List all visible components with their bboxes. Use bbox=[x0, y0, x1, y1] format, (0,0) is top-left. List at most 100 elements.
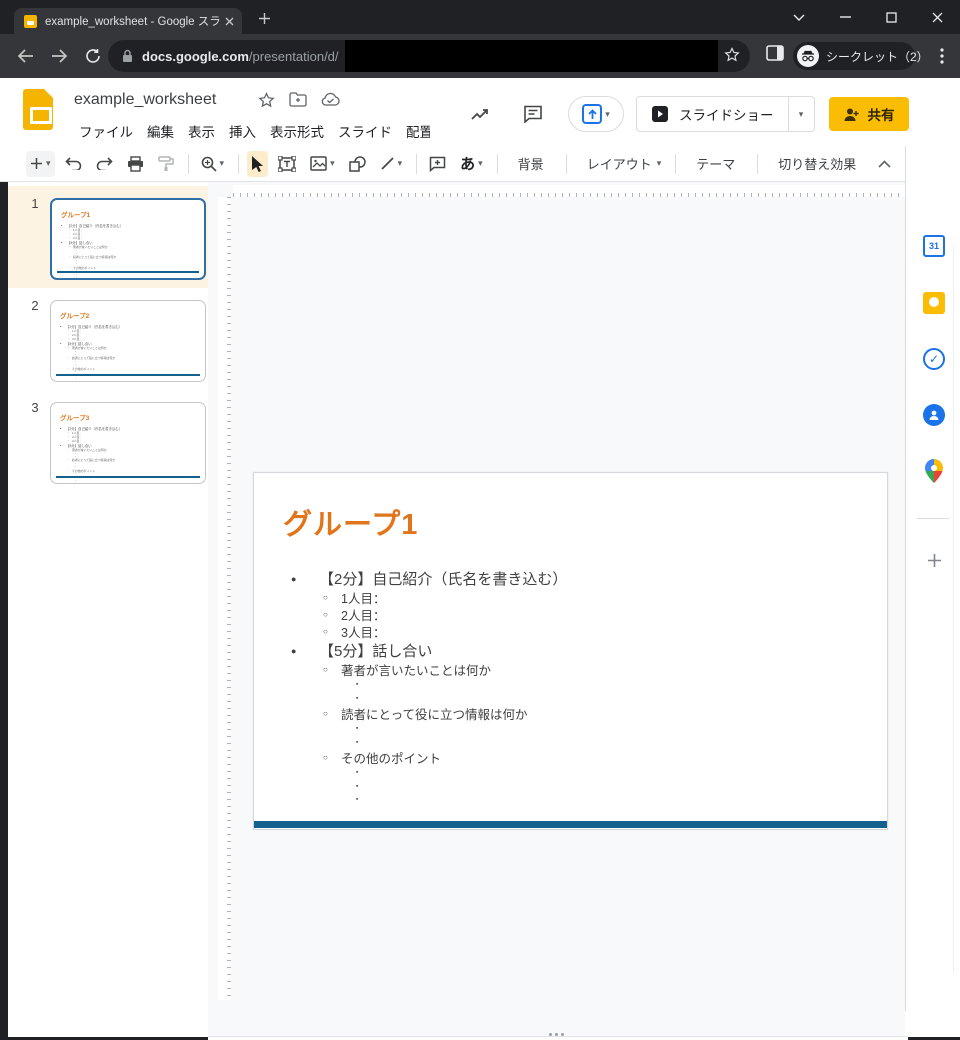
filmstrip-row-3[interactable]: 3 グループ3 ●【2分】自己紹介（氏名を書き込む）○1人目：○2人目：○3人目… bbox=[8, 390, 208, 492]
text-box-button[interactable] bbox=[274, 151, 300, 177]
slide-filmstrip: 1 グループ1 ●【2分】自己紹介（氏名を書き込む）○1人目：○2人目：○3人目… bbox=[8, 182, 208, 1000]
main-area: 1 グループ1 ●【2分】自己紹介（氏名を書き込む）○1人目：○2人目：○3人目… bbox=[0, 182, 960, 1037]
slide-body-text[interactable]: ●【2分】自己紹介（氏名を書き込む）○1人目：○2人目：○3人目：●【5分】話し… bbox=[254, 568, 877, 807]
menu-view[interactable]: 表示 bbox=[181, 118, 222, 142]
browser-tab[interactable]: example_worksheet - Google スラ bbox=[14, 8, 242, 34]
move-to-folder-icon[interactable] bbox=[289, 92, 307, 109]
browser-menu-icon[interactable] bbox=[930, 44, 954, 68]
thumb-2-accent-bar bbox=[56, 374, 200, 377]
select-tool-button[interactable] bbox=[247, 151, 268, 177]
present-dropdown-caret-icon[interactable]: ▾ bbox=[605, 109, 610, 120]
speaker-notes-panel[interactable]: クリックするとスピーカー ノートを追加できます ✦ データ探索 bbox=[208, 1036, 908, 1040]
minimize-button[interactable] bbox=[822, 0, 868, 34]
window-edge bbox=[0, 182, 8, 1040]
new-slide-button[interactable]: ▾ bbox=[26, 151, 55, 177]
calendar-date-text: 31 bbox=[929, 241, 939, 251]
share-button[interactable]: 共有 bbox=[829, 97, 909, 131]
collapse-menus-icon[interactable] bbox=[878, 160, 891, 168]
thumb-2-title: グループ2 bbox=[60, 310, 205, 320]
slides-logo-icon[interactable] bbox=[23, 89, 53, 130]
menu-arrange[interactable]: 配置 bbox=[399, 118, 434, 142]
close-window-button[interactable] bbox=[914, 0, 960, 34]
transition-button[interactable]: 切り替え効果 bbox=[770, 154, 864, 173]
slideshow-button[interactable]: スライドショー ▾ bbox=[636, 96, 815, 132]
new-slide-caret-icon[interactable]: ▾ bbox=[46, 158, 51, 169]
url-omnibox[interactable]: docs.google.com/presentation/d/ bbox=[108, 40, 750, 72]
insert-image-button[interactable]: ▾ bbox=[306, 151, 339, 177]
header-actions: ▾ スライドショー ▾ 共有 bbox=[430, 82, 960, 146]
tasks-app-icon[interactable]: ✓ bbox=[922, 347, 946, 371]
insert-line-button[interactable]: ▾ bbox=[376, 151, 407, 177]
browser-titlebar: example_worksheet - Google スラ bbox=[0, 0, 960, 34]
menu-format[interactable]: 表示形式 bbox=[263, 118, 331, 142]
insert-image-caret-icon[interactable]: ▾ bbox=[330, 158, 335, 169]
slide-title[interactable]: グループ1 bbox=[283, 501, 418, 543]
bookmark-star-icon[interactable] bbox=[724, 47, 740, 63]
slide-3-thumbnail[interactable]: グループ3 ●【2分】自己紹介（氏名を書き込む）○1人目：○2人目：○3人目：●… bbox=[50, 402, 206, 484]
input-tools-button[interactable]: あ ▾ bbox=[456, 151, 487, 177]
print-button[interactable] bbox=[123, 151, 148, 177]
present-button[interactable]: ▾ bbox=[568, 96, 624, 132]
share-person-icon bbox=[843, 107, 860, 122]
menu-insert[interactable]: 挿入 bbox=[222, 118, 263, 142]
slide-canvas[interactable]: グループ1 ●【2分】自己紹介（氏名を書き込む）○1人目：○2人目：○3人目：●… bbox=[208, 182, 905, 1035]
menu-file[interactable]: ファイル bbox=[72, 118, 140, 142]
zoom-button[interactable]: ▾ bbox=[197, 151, 229, 177]
document-title[interactable]: example_worksheet bbox=[74, 91, 216, 109]
input-tools-label: あ bbox=[460, 153, 475, 174]
slide-3-number: 3 bbox=[26, 400, 44, 415]
browser-address-bar: docs.google.com/presentation/d/ シークレット（2… bbox=[0, 34, 960, 78]
side-panel-apps: 31 ✓ bbox=[905, 146, 960, 1011]
insert-line-caret-icon[interactable]: ▾ bbox=[398, 158, 403, 169]
cloud-saved-icon[interactable] bbox=[321, 92, 340, 109]
insert-comment-button[interactable] bbox=[425, 151, 450, 177]
maps-app-icon[interactable] bbox=[922, 459, 946, 483]
background-button[interactable]: 背景 bbox=[510, 154, 552, 173]
forward-button[interactable] bbox=[44, 41, 74, 71]
filmstrip-row-2[interactable]: 2 グループ2 ●【2分】自己紹介（氏名を書き込む）○1人目：○2人目：○3人目… bbox=[8, 288, 208, 390]
contacts-app-icon[interactable] bbox=[922, 403, 946, 427]
slide-2-number: 2 bbox=[26, 298, 44, 313]
insert-shape-button[interactable] bbox=[345, 151, 370, 177]
zoom-caret-icon[interactable]: ▾ bbox=[220, 158, 225, 169]
star-document-icon[interactable] bbox=[258, 92, 275, 109]
tab-search-chevron-icon[interactable] bbox=[776, 0, 822, 34]
slideshow-dropdown-caret-icon[interactable]: ▾ bbox=[788, 97, 814, 131]
theme-button[interactable]: テーマ bbox=[688, 154, 743, 173]
filmstrip-row-1[interactable]: 1 グループ1 ●【2分】自己紹介（氏名を書き込む）○1人目：○2人目：○3人目… bbox=[8, 186, 208, 288]
vertical-ruler bbox=[218, 197, 231, 1000]
comment-history-icon[interactable] bbox=[520, 101, 546, 127]
slide-1-thumbnail[interactable]: グループ1 ●【2分】自己紹介（氏名を書き込む）○1人目：○2人目：○3人目：●… bbox=[50, 198, 206, 280]
incognito-badge[interactable]: シークレット（2） bbox=[793, 42, 915, 70]
reload-button[interactable] bbox=[78, 41, 108, 71]
slide-accent-bar bbox=[254, 821, 887, 828]
slide-2-thumbnail[interactable]: グループ2 ●【2分】自己紹介（氏名を書き込む）○1人目：○2人目：○3人目：●… bbox=[50, 300, 206, 382]
url-redaction-box bbox=[345, 40, 718, 72]
slides-app: example_worksheet ファイル 編集 表示 挿入 表示形式 スライ… bbox=[0, 78, 960, 1037]
calendar-app-icon[interactable]: 31 bbox=[922, 234, 946, 258]
share-label: 共有 bbox=[868, 104, 895, 124]
incognito-label: シークレット（2） bbox=[826, 48, 929, 65]
new-tab-button[interactable] bbox=[258, 12, 271, 25]
menu-slide[interactable]: スライド bbox=[331, 118, 399, 142]
tab-close-icon[interactable] bbox=[225, 17, 234, 26]
thumb-2-body: ●【2分】自己紹介（氏名を書き込む）○1人目：○2人目：○3人目：●【5分】話し… bbox=[51, 324, 205, 380]
present-arrow-icon bbox=[582, 104, 602, 124]
maximize-button[interactable] bbox=[868, 0, 914, 34]
menu-edit[interactable]: 編集 bbox=[140, 118, 181, 142]
edit-toolbar: ▾ ▾ ▾ bbox=[0, 146, 905, 182]
side-panel-icon[interactable] bbox=[766, 45, 784, 61]
undo-button[interactable] bbox=[61, 151, 86, 177]
slide-1-number: 1 bbox=[26, 196, 44, 211]
back-button[interactable] bbox=[10, 41, 40, 71]
current-slide[interactable]: グループ1 ●【2分】自己紹介（氏名を書き込む）○1人目：○2人目：○3人目：●… bbox=[253, 472, 888, 830]
keep-app-icon[interactable] bbox=[922, 291, 946, 315]
add-addon-icon[interactable] bbox=[922, 548, 946, 572]
paint-format-button[interactable] bbox=[154, 151, 178, 177]
redo-button[interactable] bbox=[92, 151, 117, 177]
activity-trend-icon[interactable] bbox=[468, 101, 494, 127]
thumb-3-accent-bar bbox=[56, 476, 200, 479]
document-header: example_worksheet ファイル 編集 表示 挿入 表示形式 スライ… bbox=[0, 78, 960, 146]
layout-button[interactable]: レイアウト▾ bbox=[575, 151, 666, 177]
input-tools-caret-icon[interactable]: ▾ bbox=[478, 158, 483, 169]
